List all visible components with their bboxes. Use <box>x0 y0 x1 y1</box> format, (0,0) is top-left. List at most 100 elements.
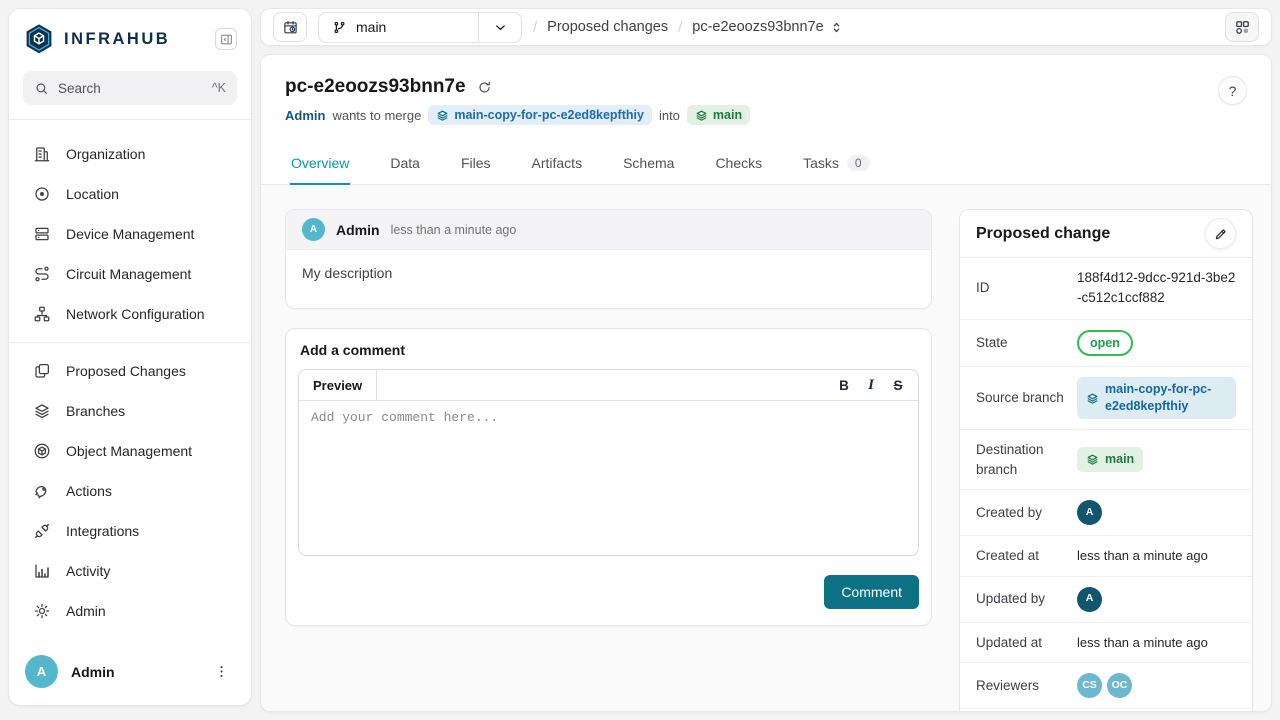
tab-label: Data <box>390 155 420 171</box>
detail-row-id: ID188f4d12-9dcc-921d-3be2-c512c1ccf882 <box>960 258 1252 320</box>
comment-editor: Preview BIS <box>298 369 919 556</box>
tab-preview[interactable]: Preview <box>299 370 377 400</box>
avatar[interactable]: A <box>25 655 58 688</box>
sidebar-item-proposed-changes[interactable]: Proposed Changes <box>9 351 251 391</box>
branch-badge[interactable]: main <box>1077 447 1143 472</box>
sidebar-item-organization[interactable]: Organization <box>9 134 251 174</box>
detail-label: State <box>976 333 1077 353</box>
comment-textarea[interactable] <box>299 401 918 552</box>
detail-value: A <box>1077 500 1236 525</box>
sidebar-item-device-management[interactable]: Device Management <box>9 214 251 254</box>
branch-selector[interactable]: main <box>318 12 522 43</box>
tab-artifacts[interactable]: Artifacts <box>531 142 584 185</box>
tab-label: Checks <box>715 155 762 171</box>
git-branch-icon <box>332 20 347 35</box>
sidebar-nav: Organization Location Device ManagementCir… <box>9 120 251 631</box>
apps-button[interactable] <box>1225 12 1259 42</box>
branch-selector-caret[interactable] <box>478 13 521 42</box>
breadcrumb-separator: / <box>678 19 682 36</box>
sidebar-item-object-management[interactable]: Object Management <box>9 431 251 471</box>
panel-title: Proposed change <box>976 225 1110 243</box>
detail-rows: ID188f4d12-9dcc-921d-3be2-c512c1ccf882 St… <box>960 258 1252 711</box>
network-icon <box>33 305 51 323</box>
detail-value: less than a minute ago <box>1077 546 1236 566</box>
comment-header: A Admin less than a minute ago <box>286 210 931 250</box>
tab-tasks[interactable]: Tasks 0 <box>802 142 870 185</box>
branch-badge[interactable]: main-copy-for-pc-e2ed8kepfthiy <box>1077 377 1236 419</box>
collapse-sidebar-button[interactable] <box>215 28 237 50</box>
cube-icon <box>33 442 51 460</box>
tab-overview[interactable]: Overview <box>290 142 350 185</box>
server-icon <box>33 225 51 243</box>
layers-icon <box>695 109 708 122</box>
app-title[interactable]: INFRAHUB <box>64 30 170 49</box>
user-name: Admin <box>71 664 115 680</box>
sidebar-item-admin[interactable]: Admin <box>9 591 251 631</box>
merge-action-text: wants to merge <box>332 108 421 123</box>
breadcrumb-section[interactable]: Proposed changes <box>547 19 668 35</box>
source-branch-badge[interactable]: main-copy-for-pc-e2ed8kepfthiy <box>428 105 652 125</box>
sidebar-item-circuit-management[interactable]: Circuit Management <box>9 254 251 294</box>
comment-timestamp: less than a minute ago <box>391 223 517 237</box>
sidebar: INFRAHUB Search ^K Organization Location D… <box>8 8 252 706</box>
merge-author-link[interactable]: Admin <box>285 108 325 123</box>
sidebar-item-network-configuration[interactable]: Network Configuration <box>9 294 251 334</box>
sidebar-item-branches[interactable]: Branches <box>9 391 251 431</box>
sidebar-item-label: Admin <box>66 603 106 619</box>
comment-submit-button[interactable]: Comment <box>824 575 919 609</box>
sidebar-item-label: Activity <box>66 563 110 579</box>
tab-count-badge: 0 <box>847 155 870 171</box>
proposed-change-panel: Proposed change ID188f4d12-9dcc-921d-3be… <box>959 209 1253 711</box>
strikethrough-icon[interactable]: S <box>887 373 909 397</box>
search-input[interactable]: Search ^K <box>23 71 237 105</box>
bold-icon[interactable]: B <box>833 373 855 397</box>
sidebar-item-integrations[interactable]: Integrations <box>9 511 251 551</box>
detail-value: A <box>1077 587 1236 612</box>
sidebar-item-label: Network Configuration <box>66 306 205 322</box>
comment-body: My description <box>286 250 931 308</box>
layers-icon <box>33 402 51 420</box>
avatar-group: CSOC <box>1077 673 1236 698</box>
tab-label: Overview <box>291 155 349 171</box>
detail-label: Created by <box>976 503 1077 523</box>
sidebar-item-location[interactable]: Location <box>9 174 251 214</box>
search-icon <box>34 81 49 96</box>
comment-thread: A Admin less than a minute ago My descri… <box>285 209 932 309</box>
tab-data[interactable]: Data <box>389 142 421 185</box>
help-button[interactable]: ? <box>1218 76 1247 105</box>
tab-label: Tasks <box>803 155 839 171</box>
apps-grid-icon <box>1234 19 1251 36</box>
time-travel-button[interactable] <box>273 12 307 42</box>
source-branch-label: main-copy-for-pc-e2ed8kepfthiy <box>454 108 644 122</box>
chart-icon <box>33 562 51 580</box>
infrahub-logo-icon[interactable] <box>23 23 55 55</box>
sidebar-item-actions[interactable]: Actions <box>9 471 251 511</box>
comment-author: Admin <box>336 222 380 238</box>
avatar: OC <box>1107 673 1132 698</box>
italic-icon[interactable]: I <box>860 373 882 397</box>
sidebar-item-label: Actions <box>66 483 112 499</box>
state-badge: open <box>1077 330 1133 357</box>
sidebar-item-label: Integrations <box>66 523 139 539</box>
tab-files[interactable]: Files <box>460 142 492 185</box>
breadcrumb-current[interactable]: pc-e2eoozs93bnn7e <box>692 19 842 35</box>
topbar: main / Proposed changes / pc-e2eoozs93bn… <box>260 8 1272 46</box>
breadcrumb-separator: / <box>533 19 537 36</box>
chevron-down-icon <box>493 20 508 35</box>
tab-schema[interactable]: Schema <box>622 142 675 185</box>
branch-selector-value: main <box>356 19 386 35</box>
user-menu-button[interactable] <box>208 662 235 681</box>
sidebar-item-label: Location <box>66 186 119 202</box>
format-toolbar: BIS <box>833 373 918 397</box>
refresh-button[interactable] <box>477 80 492 95</box>
target-branch-badge[interactable]: main <box>687 105 750 125</box>
detail-value: main <box>1077 447 1236 472</box>
detail-row-updated-by: Updated byA <box>960 577 1252 623</box>
comment-card: A Admin less than a minute ago My descri… <box>285 209 932 309</box>
sidebar-item-activity[interactable]: Activity <box>9 551 251 591</box>
panel-collapse-icon <box>220 33 233 46</box>
tab-checks[interactable]: Checks <box>714 142 763 185</box>
detail-row-approved-by: Approved by <box>960 709 1252 711</box>
detail-label: Updated at <box>976 633 1077 653</box>
edit-button[interactable] <box>1205 218 1236 249</box>
